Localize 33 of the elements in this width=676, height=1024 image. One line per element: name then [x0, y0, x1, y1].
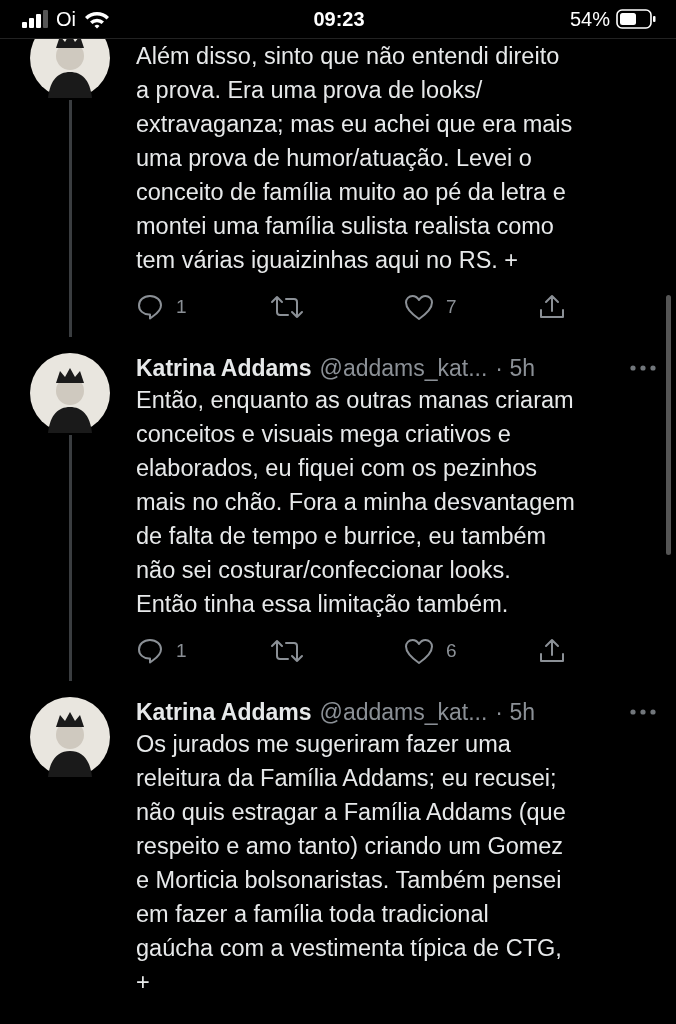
- author-handle[interactable]: @addams_kat...: [319, 698, 488, 726]
- tweet-text: Os jurados me sugeriram fazer uma releitura da Família Addams; eu recusei; não quis estragar a Família Addams (que respeito e amo tanto) criando um Gomez e Morticia bolsonaristas. Também pensei em fazer a família toda tradicional gaúcha com a vestimenta típica de CTG, +: [136, 730, 567, 997]
- tweet-time: · 5h: [495, 354, 535, 382]
- avatar[interactable]: [30, 38, 110, 98]
- like-count: 7: [446, 296, 457, 318]
- tweet-text: Além disso, sinto que não entendi direito a prova. Era uma prova de looks/ extravaganza; mas eu achei que era mais uma prova de humor/atuação. Levei o conceito de família muito ao pé da letra e montei uma família sulista realista como tem várias iguaizinhas aqui no RS. +: [136, 42, 574, 275]
- scrollbar[interactable]: [666, 295, 671, 555]
- author-name[interactable]: Katrina Addams: [136, 354, 312, 382]
- wifi-icon: [84, 9, 110, 29]
- author-name[interactable]: Katrina Addams: [136, 698, 312, 726]
- battery-icon: [616, 9, 656, 29]
- tweet-text: Então, enquanto as outras manas criaram conceitos e visuais mega criativos e elaborados, eu fiquei com os pezinhos mais no chão. Fora a minha desvantagem de falta de tempo e burrice, eu também não sei costurar/confeccionar looks. Então tinha essa limitação também.: [136, 386, 576, 619]
- share-icon[interactable]: [538, 293, 566, 321]
- retweet-icon[interactable]: [270, 294, 304, 320]
- reply-count: 1: [176, 640, 187, 662]
- share-icon[interactable]: [538, 637, 566, 665]
- reply-icon[interactable]: [136, 293, 164, 321]
- retweet-icon[interactable]: [270, 638, 304, 664]
- avatar[interactable]: [30, 697, 110, 777]
- carrier-name: Oi: [56, 7, 76, 31]
- author-handle[interactable]: @addams_kat...: [319, 354, 488, 382]
- reply-count: 1: [176, 296, 187, 318]
- clock-time: 09:23: [313, 7, 365, 31]
- heart-icon[interactable]: [404, 637, 434, 665]
- like-count: 6: [446, 640, 457, 662]
- battery-percent: 54%: [569, 7, 610, 31]
- more-icon[interactable]: [630, 365, 656, 371]
- signal-icon: [22, 10, 48, 28]
- avatar[interactable]: [30, 353, 110, 433]
- heart-icon[interactable]: [404, 293, 434, 321]
- reply-icon[interactable]: [136, 637, 164, 665]
- more-icon[interactable]: [630, 709, 656, 715]
- tweet-time: · 5h: [495, 698, 535, 726]
